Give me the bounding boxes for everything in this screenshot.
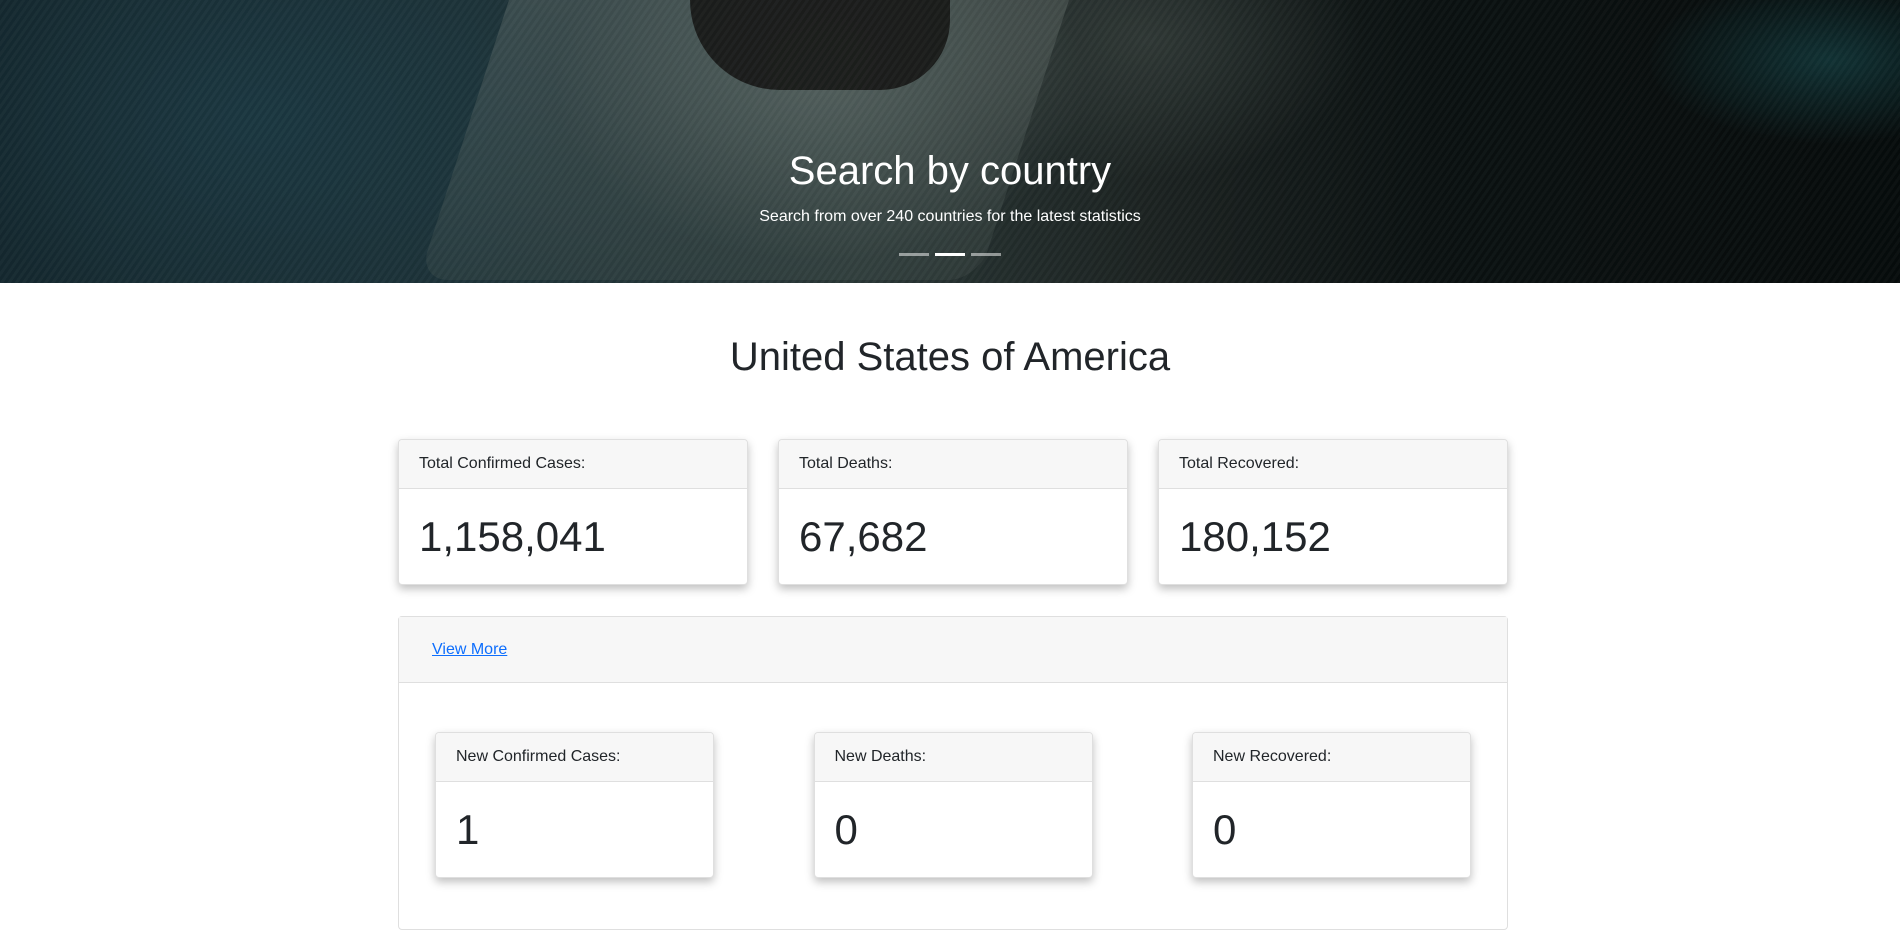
total-deaths-card: Total Deaths: 67,682	[778, 439, 1128, 585]
card-header: New Deaths:	[814, 733, 1092, 782]
total-confirmed-card: Total Confirmed Cases: 1,158,041	[398, 439, 748, 585]
card-value: 1	[456, 806, 480, 853]
hero-carousel: Search by country Search from over 240 c…	[0, 0, 1900, 283]
carousel-indicators	[0, 253, 1900, 256]
hero-background-image	[418, 0, 1082, 280]
carousel-subtitle: Search from over 240 countries for the l…	[759, 208, 1141, 225]
card-value: 0	[1213, 806, 1237, 853]
country-title: United States of America	[729, 335, 1171, 379]
new-recovered-card: New Recovered: 0	[1192, 732, 1471, 878]
carousel-indicator-1[interactable]	[899, 253, 929, 256]
carousel-caption: Search by country Search from over 240 c…	[0, 145, 1900, 227]
view-more-link[interactable]: View More	[432, 641, 507, 659]
card-value: 0	[834, 806, 858, 853]
card-header: Total Confirmed Cases:	[399, 440, 747, 489]
card-header: New Confirmed Cases:	[436, 733, 713, 782]
new-deaths-card: New Deaths: 0	[813, 732, 1093, 878]
carousel-indicator-3[interactable]	[971, 253, 1001, 256]
card-header: New Recovered:	[1193, 733, 1470, 782]
card-value: 180,152	[1179, 513, 1331, 560]
card-value: 67,682	[799, 513, 928, 560]
new-stats: New Confirmed Cases: 1 New Deaths: 0 New…	[435, 732, 1471, 878]
new-confirmed-card: New Confirmed Cases: 1	[435, 732, 714, 878]
card-value: 1,158,041	[419, 513, 606, 560]
view-more-panel: View More New Confirmed Cases: 1 New Dea…	[398, 616, 1508, 930]
total-stats: Total Confirmed Cases: 1,158,041 Total D…	[398, 439, 1508, 585]
carousel-indicator-2[interactable]	[935, 253, 965, 256]
total-recovered-card: Total Recovered: 180,152	[1158, 439, 1508, 585]
card-header: Total Recovered:	[1159, 440, 1507, 489]
card-header: Total Deaths:	[779, 440, 1127, 489]
view-more-header: View More	[399, 617, 1507, 683]
carousel-title: Search by country	[788, 149, 1112, 193]
